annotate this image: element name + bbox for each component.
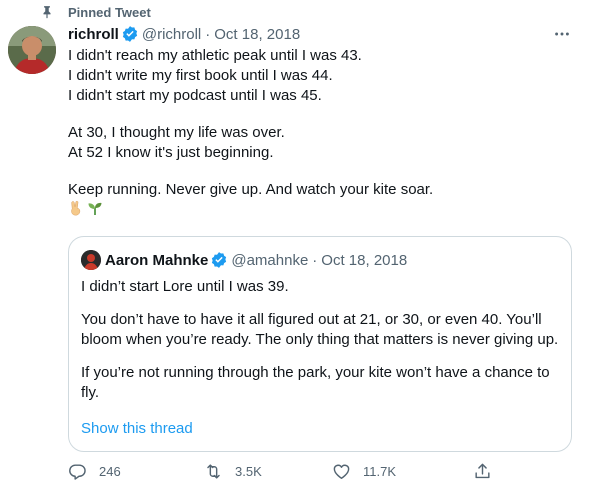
retweet-button[interactable]: 3.5K [204, 462, 262, 481]
verified-badge-icon [210, 251, 228, 269]
emoji-line [68, 200, 568, 220]
quote-line: I didn’t start Lore until I was 39. [81, 278, 289, 295]
author-name[interactable]: richroll [68, 26, 119, 43]
pinned-indicator: Pinned Tweet [40, 4, 151, 20]
tweet-text: I didn't reach my athletic peak until I … [68, 46, 568, 220]
share-button[interactable] [473, 462, 504, 481]
quoted-tweet-text: I didn’t start Lore until I was 39. You … [81, 277, 563, 403]
quoted-tweet-date: Oct 18, 2018 [321, 251, 408, 269]
reply-count: 246 [99, 464, 121, 479]
quoted-tweet-card[interactable]: Aaron Mahnke @amahnke · Oct 18, 2018 I d… [68, 236, 572, 452]
tweet-line: At 30, I thought my life was over. [68, 124, 285, 141]
reply-button[interactable]: 246 [68, 462, 121, 481]
tweet-line: I didn't reach my athletic peak until I … [68, 47, 362, 64]
verified-badge-icon [121, 25, 139, 43]
separator-dot: · [205, 25, 211, 43]
author-handle[interactable]: @richroll [142, 26, 201, 43]
more-options-icon[interactable] [552, 24, 572, 44]
like-count: 11.7K [363, 464, 397, 479]
victory-hand-icon [68, 200, 84, 216]
tweet-line: I didn't start my podcast until I was 45… [68, 87, 322, 104]
quoted-author-avatar[interactable] [81, 250, 101, 270]
pinned-label: Pinned Tweet [68, 4, 151, 20]
reply-icon [68, 462, 87, 481]
tweet-header: richroll @richroll · Oct 18, 2018 [68, 25, 300, 43]
quote-line: fly. [81, 384, 100, 401]
retweet-count: 3.5K [235, 464, 262, 479]
tweet-date[interactable]: Oct 18, 2018 [214, 26, 300, 43]
heart-icon [332, 462, 351, 481]
quote-line: If you’re not running through the park, … [81, 364, 550, 381]
tweet-line: Keep running. Never give up. And watch y… [68, 181, 434, 198]
tweet-line: I didn't write my first book until I was… [68, 67, 333, 84]
share-icon [473, 462, 492, 481]
retweet-icon [204, 462, 223, 481]
separator-dot: · [312, 251, 318, 269]
show-thread-link[interactable]: Show this thread [81, 420, 193, 437]
quoted-author-name[interactable]: Aaron Mahnke [105, 252, 208, 269]
quoted-tweet-header: Aaron Mahnke @amahnke · Oct 18, 2018 [81, 250, 407, 270]
pin-icon [40, 5, 54, 19]
seedling-icon [87, 200, 103, 216]
quote-line: bloom when you’re ready. The only thing … [81, 331, 559, 348]
action-bar: 246 3.5K 11.7K [68, 462, 498, 484]
quote-line: You don’t have to have it all figured ou… [81, 311, 542, 328]
quoted-author-handle[interactable]: @amahnke [231, 252, 308, 269]
tweet-line: At 52 I know it's just beginning. [68, 144, 274, 161]
like-button[interactable]: 11.7K [332, 462, 396, 481]
avatar[interactable] [8, 26, 56, 74]
